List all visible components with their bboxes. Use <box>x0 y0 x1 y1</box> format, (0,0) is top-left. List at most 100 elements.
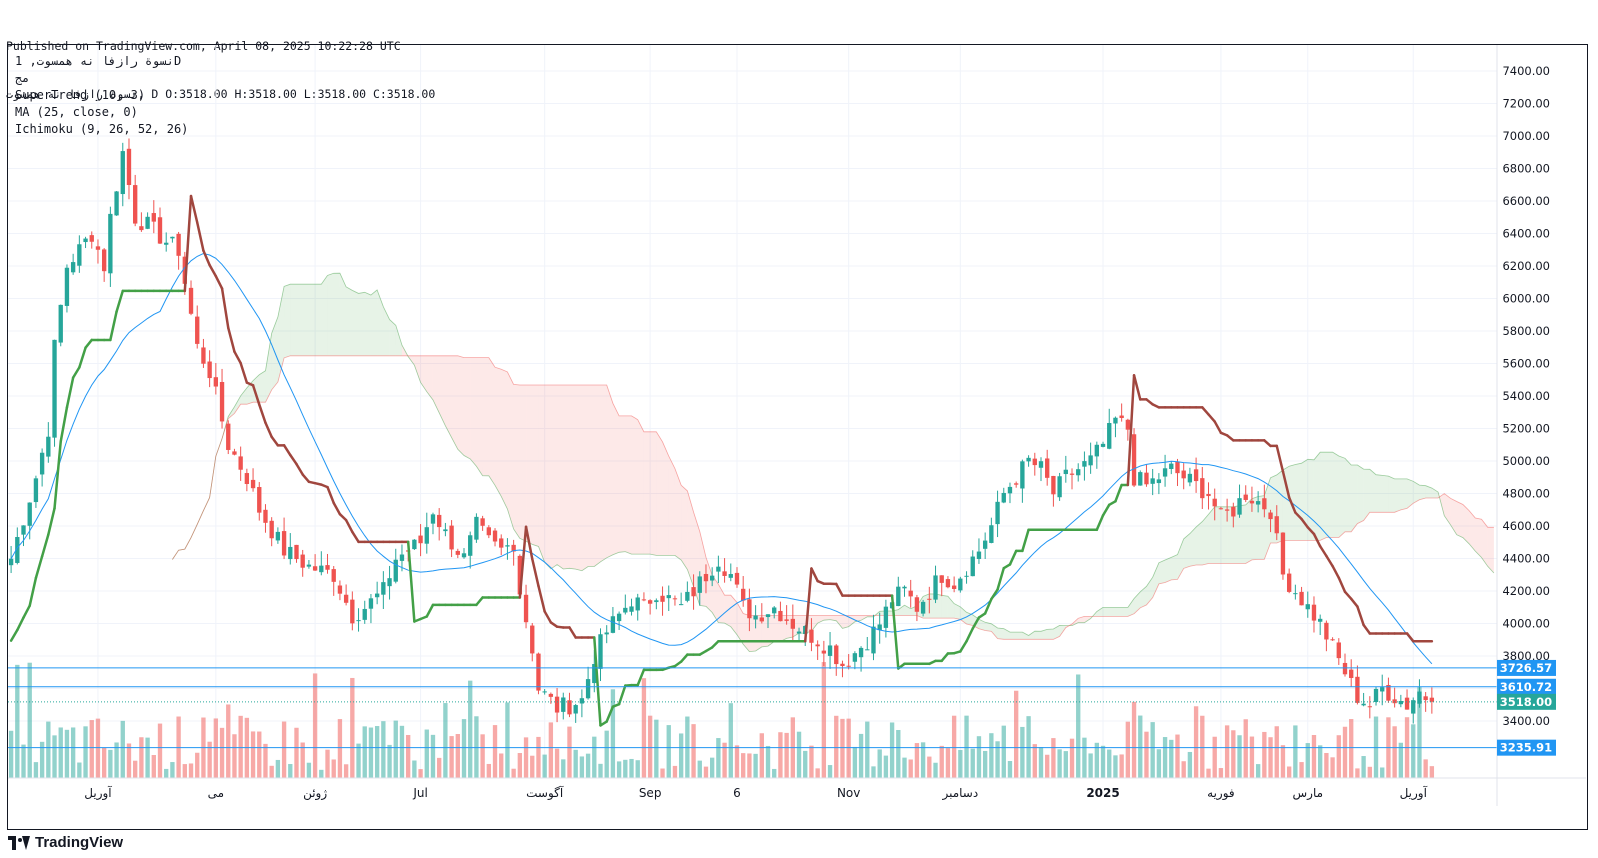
candle <box>430 512 436 535</box>
candle <box>1063 455 1068 483</box>
cloud-segment <box>575 385 582 571</box>
cloud-segment <box>321 275 328 356</box>
candle <box>561 692 566 720</box>
cloud-segment <box>482 357 489 476</box>
volume-bar <box>542 754 547 778</box>
candle-body <box>207 361 212 379</box>
candle <box>610 606 616 634</box>
volume-bar <box>157 723 163 778</box>
candle <box>1398 694 1404 708</box>
cloud-segment <box>352 290 359 356</box>
cloud-segment <box>507 371 514 530</box>
volume-bar <box>294 727 299 778</box>
price-line-label[interactable]: 3235.91 <box>1497 739 1556 756</box>
candle-body <box>604 632 609 635</box>
volume-bar <box>374 726 380 778</box>
candle <box>815 640 820 660</box>
volume-bar <box>1249 736 1255 778</box>
x-tick-label: 2025 <box>1086 786 1119 800</box>
supertrend-segment <box>1325 554 1334 568</box>
candle-body <box>300 554 305 568</box>
candle-body <box>1336 642 1341 659</box>
cloud-segment <box>544 385 551 569</box>
candle <box>499 534 504 556</box>
candle-body <box>337 585 343 594</box>
y-tick-label: 4600.00 <box>1502 519 1550 533</box>
candle <box>1336 638 1341 665</box>
cloud-segment <box>538 385 545 563</box>
price-line-label[interactable]: 3726.57 <box>1497 659 1556 676</box>
cloud-segment <box>1431 488 1439 499</box>
candle <box>933 565 938 604</box>
volume-bar <box>461 719 467 778</box>
candle-body <box>399 554 405 561</box>
candle-body <box>33 478 39 503</box>
candle <box>1237 484 1242 518</box>
candle-body <box>1181 470 1186 479</box>
volume-bar <box>1014 690 1019 778</box>
candle-body <box>747 599 752 619</box>
price-axis[interactable]: 3400.003600.003800.004000.004200.004400.… <box>1502 64 1550 728</box>
candle-body <box>1373 688 1379 702</box>
candle-body <box>666 595 671 599</box>
candle-body <box>920 601 926 614</box>
x-tick-label: فوریه <box>1207 786 1235 801</box>
legend-ichimoku[interactable]: Ichimoku (9, 26, 52, 26) <box>15 121 188 138</box>
cloud-segment <box>557 385 564 569</box>
cloud-segment <box>1171 554 1178 580</box>
candle-body <box>573 705 578 714</box>
candle-body <box>772 607 777 614</box>
candle-body <box>852 653 858 662</box>
volume-bar <box>1367 766 1372 778</box>
time-axis[interactable]: آوریل می ژوئن Jul آگوست Sep 6 Nov دسامبر 2025 فوری… <box>84 785 1427 801</box>
candle-body <box>989 525 994 543</box>
volume-bar <box>182 764 187 778</box>
candle-body <box>461 553 467 558</box>
candle-body <box>1286 573 1292 592</box>
candle-body <box>1355 676 1360 703</box>
candle-body <box>120 151 125 195</box>
candle <box>381 571 386 610</box>
candle <box>362 600 367 624</box>
volume-bar <box>1169 739 1174 778</box>
candle <box>319 551 324 576</box>
legend-supertrend[interactable]: SuperTrend (10, 3) <box>15 87 188 104</box>
candle-body <box>70 262 76 273</box>
cloud-segment <box>563 385 570 569</box>
candle <box>1131 428 1137 488</box>
candle <box>244 468 250 492</box>
supertrend-segment <box>208 263 218 278</box>
candle <box>39 448 45 487</box>
price-chart[interactable]: 3400.003600.003800.004000.004200.004400.… <box>0 0 1598 858</box>
volume-bar <box>809 745 814 778</box>
candle-body <box>139 226 144 231</box>
cloud-segment <box>1376 474 1383 513</box>
supertrend-segment <box>71 366 81 379</box>
candle <box>685 581 690 603</box>
volume-bar <box>846 718 851 778</box>
volume-bar <box>523 737 529 778</box>
candle <box>1007 482 1013 504</box>
price-line-label[interactable]: 3610.72 <box>1497 678 1556 695</box>
supertrend-segment <box>301 473 311 484</box>
last-price-label[interactable]: 3518.00 <box>1497 693 1556 710</box>
volume-bar <box>1380 767 1385 778</box>
x-tick-label: 6 <box>733 786 741 800</box>
cloud-segment <box>668 456 675 556</box>
candle <box>1175 458 1180 487</box>
legend-ma[interactable]: MA (25, close, 0) <box>15 104 188 121</box>
indicator-legend: نسوة رازفا نه همسوت, 1D مج SuperTrend (1… <box>15 53 188 138</box>
volume-bar <box>927 756 932 778</box>
cloud-segment <box>1419 485 1426 500</box>
candle-body <box>1045 458 1050 478</box>
cloud-segment <box>569 385 576 570</box>
cloud-segment <box>532 385 539 547</box>
candle <box>827 632 833 669</box>
candle-body <box>623 607 628 613</box>
legend-symbol[interactable]: نسوة رازفا نه همسوت, 1D <box>15 53 188 70</box>
tradingview-logo[interactable]: TradingView <box>8 834 123 851</box>
candle <box>1082 451 1087 481</box>
candle-body <box>530 625 535 654</box>
candle-body <box>1280 532 1286 575</box>
candle-body <box>331 569 336 582</box>
